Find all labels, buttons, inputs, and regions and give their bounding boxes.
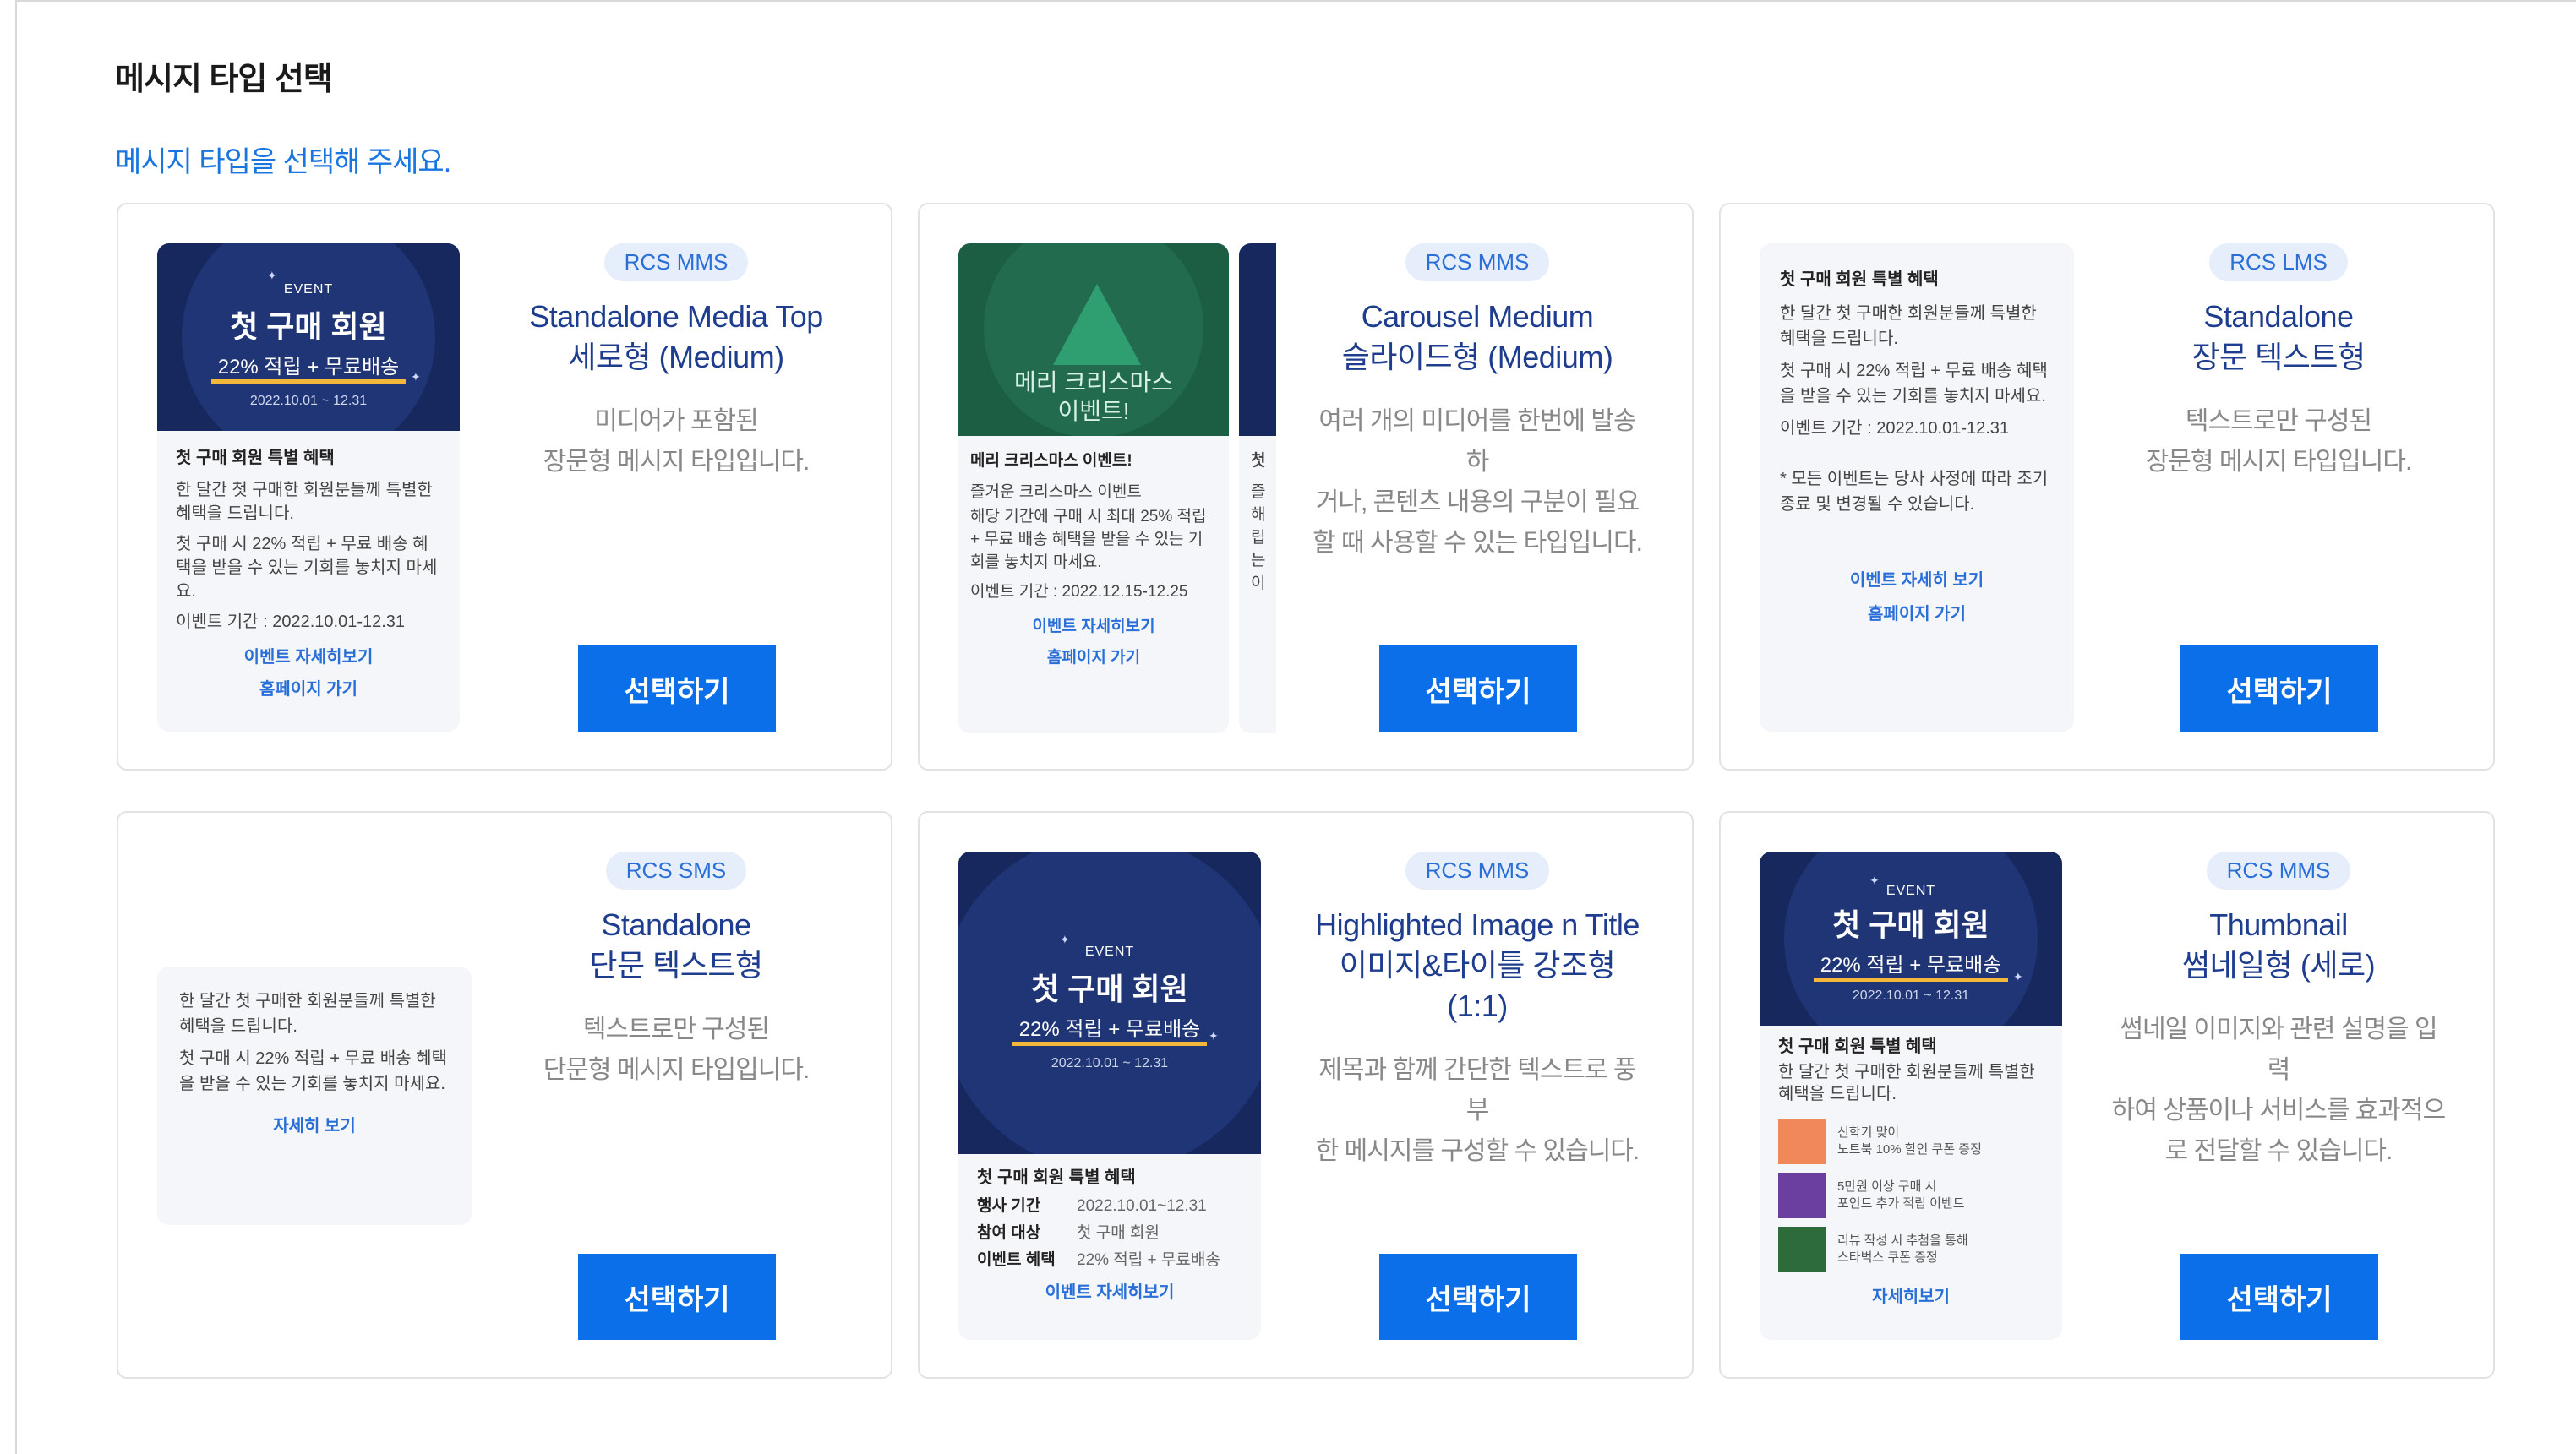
message-type-card-sms[interactable]: 한 달간 첫 구매한 회원분들께 특별한 혜택을 드립니다. 첫 구매 시 22… xyxy=(117,811,892,1379)
christmas-tree-icon xyxy=(1053,284,1141,365)
message-preview: 한 달간 첫 구매한 회원분들께 특별한 혜택을 드립니다. 첫 구매 시 22… xyxy=(157,967,472,1225)
page-title: 메시지 타입 선택 xyxy=(115,62,333,97)
christmas-event-image: 메리 크리스마스 이벤트! xyxy=(958,243,1229,436)
select-button[interactable]: 선택하기 xyxy=(1379,1254,1577,1340)
preview-row: 행사 기간 2022.10.01~12.31 xyxy=(977,1197,1207,1215)
preview-text: 첫 구매 시 22% 적립 + 무료 배송 혜택을 받을 수 있는 기회를 놓치… xyxy=(1780,362,2048,406)
message-type-description: 제목과 함께 간단한 텍스트로 풍부 한 메시지를 구성할 수 있습니다. xyxy=(1315,1056,1640,1165)
message-type-badge: RCS MMS xyxy=(1405,243,1550,281)
event-banner-image: ✦ ✦ EVENT 첫 구매 회원 22% 적립 + 무료배송 2022.10.… xyxy=(1760,852,2062,1026)
preview-text: * 모든 이벤트는 당사 사정에 따라 조기 종료 및 변경될 수 있습니다. xyxy=(1780,470,2049,514)
preview-link: 홈페이지 가기 xyxy=(1868,605,1966,624)
preview-text: 한 달간 첫 구매한 회원분들께 특별한 혜택을 드립니다. xyxy=(179,992,436,1036)
thumbnail-item: 신학기 맞이 노트북 10% 할인 쿠폰 증정 xyxy=(1760,1119,2062,1164)
preview-text: 이벤트 기간 : 2022.12.15-12.25 xyxy=(970,583,1188,601)
message-type-card-highlighted[interactable]: ✦ ✦ EVENT 첫 구매 회원 22% 적립 + 무료배송 2022.10.… xyxy=(918,811,1694,1379)
thumbnail-image xyxy=(1778,1227,1826,1272)
select-button[interactable]: 선택하기 xyxy=(578,1254,776,1340)
message-preview: ✦ ✦ EVENT 첫 구매 회원 22% 적립 + 무료배송 2022.10.… xyxy=(958,852,1261,1340)
event-banner-image: ✦ ✦ EVENT 첫 구매 회원 22% 적립 + 무료배송 2022.10.… xyxy=(157,243,460,431)
message-type-badge: RCS MMS xyxy=(603,243,749,281)
preview-text: 한 달간 첫 구매한 회원분들께 특별한 혜택을 드립니다. xyxy=(1780,304,2037,348)
preview-link: 홈페이지 가기 xyxy=(1046,649,1141,667)
preview-title: 메리 크리스마스 이벤트! xyxy=(970,452,1132,470)
message-type-title: Highlighted Image n Title 이미지&타이틀 강조형 (1:… xyxy=(1315,907,1640,1023)
message-type-description: 텍스트로만 구성된 장문형 메시지 타입입니다. xyxy=(2145,407,2413,476)
page-subtitle: 메시지 타입을 선택해 주세요. xyxy=(115,146,451,178)
preview-text: 한 달간 첫 구매한 회원분들께 특별한 혜택을 드립니다. xyxy=(1778,1063,2035,1103)
message-preview: 첫 구매 회원 특별 혜택 한 달간 첫 구매한 회원분들께 특별한 혜택을 드… xyxy=(1760,243,2074,732)
preview-text: 이벤트 기간 : 2022.10.01-12.31 xyxy=(1780,419,2010,438)
message-preview: ✦ ✦ EVENT 첫 구매 회원 22% 적립 + 무료배송 2022.10.… xyxy=(157,243,460,732)
message-type-description: 여러 개의 미디어를 한번에 발송하 거나, 콘텐츠 내용의 구분이 필요 할 때 … xyxy=(1313,407,1643,557)
preview-link: 자세히보기 xyxy=(1872,1288,1950,1306)
thumbnail-image xyxy=(1778,1119,1826,1164)
message-type-title: Standalone 장문 텍스트형 xyxy=(2191,299,2366,374)
preview-link: 자세히 보기 xyxy=(273,1117,356,1135)
message-preview: 메리 크리스마스 이벤트! 메리 크리스마스 이벤트! 즐거운 크리스마스 이벤트… xyxy=(958,243,1229,733)
preview-text: 첫 구매 시 22% 적립 + 무료 배송 혜택을 받을 수 있는 기회를 놓치… xyxy=(176,535,438,601)
thumbnail-item: 5만원 이상 구매 시 포인트 추가 적립 이벤트 xyxy=(1760,1173,2062,1218)
message-preview: ✦ ✦ EVENT 첫 구매 회원 22% 적립 + 무료배송 2022.10.… xyxy=(1760,852,2062,1340)
thumbnail-item: 리뷰 작성 시 추첨을 통해 스타벅스 쿠폰 증정 xyxy=(1760,1227,2062,1272)
message-type-title: Standalone Media Top 세로형 (Medium) xyxy=(529,299,823,374)
preview-text: 즐거운 크리스마스 이벤트 xyxy=(970,483,1142,501)
message-type-description: 썸네일 이미지와 관련 설명을 입력 하여 상품이나 서비스를 효과적으 로 전달할… xyxy=(2111,1016,2446,1165)
message-type-card-lms[interactable]: 첫 구매 회원 특별 혜택 한 달간 첫 구매한 회원분들께 특별한 혜택을 드… xyxy=(1719,203,2495,771)
select-button[interactable]: 선택하기 xyxy=(2180,645,2378,732)
preview-link: 이벤트 자세히보기 xyxy=(243,648,374,667)
message-type-badge: RCS MMS xyxy=(1405,852,1550,890)
thumbnail-image xyxy=(1778,1173,1826,1218)
preview-link: 홈페이지 가기 xyxy=(259,680,357,699)
preview-text: 첫 구매 시 22% 적립 + 무료 배송 혜택을 받을 수 있는 기회를 놓치… xyxy=(179,1049,447,1093)
preview-link: 이벤트 자세히보기 xyxy=(1045,1283,1175,1302)
preview-text: 해당 기간에 구매 시 최대 25% 적립 + 무료 배송 혜택을 받을 수 있… xyxy=(970,508,1207,571)
message-type-title: Thumbnail 썸네일형 (세로) xyxy=(2181,907,2376,983)
preview-title: 첫 구매 회원 특별 혜택 xyxy=(1780,270,1939,289)
select-button[interactable]: 선택하기 xyxy=(578,645,776,732)
select-button[interactable]: 선택하기 xyxy=(1379,645,1577,732)
preview-text: 이벤트 기간 : 2022.10.01-12.31 xyxy=(176,613,406,631)
message-type-card-carousel[interactable]: 메리 크리스마스 이벤트! 메리 크리스마스 이벤트! 즐거운 크리스마스 이벤트… xyxy=(918,203,1694,771)
message-type-description: 텍스트로만 구성된 단문형 메시지 타입입니다. xyxy=(543,1016,810,1084)
message-type-card-media-top[interactable]: ✦ ✦ EVENT 첫 구매 회원 22% 적립 + 무료배송 2022.10.… xyxy=(117,203,892,771)
preview-title: 첫 구매 회원 특별 혜택 xyxy=(977,1168,1136,1187)
carousel-next-card: 첫 즐 해 립 는 이 xyxy=(1239,243,1276,733)
preview-link: 이벤트 자세히보기 xyxy=(1032,618,1155,635)
preview-link: 이벤트 자세히 보기 xyxy=(1849,571,1984,590)
message-type-badge: RCS SMS xyxy=(605,852,747,890)
message-type-title: Carousel Medium 슬라이드형 (Medium) xyxy=(1341,299,1613,374)
preview-title: 첫 구매 회원 특별 혜택 xyxy=(1778,1037,1937,1056)
event-banner-image: ✦ ✦ EVENT 첫 구매 회원 22% 적립 + 무료배송 2022.10.… xyxy=(958,852,1261,1154)
message-type-description: 미디어가 포함된 장문형 메시지 타입입니다. xyxy=(543,407,810,476)
preview-row: 참여 대상 첫 구매 회원 xyxy=(977,1224,1160,1242)
preview-text: 한 달간 첫 구매한 회원분들께 특별한 혜택을 드립니다. xyxy=(176,481,433,523)
message-type-badge: RCS LMS xyxy=(2209,243,2348,281)
preview-title: 첫 구매 회원 특별 혜택 xyxy=(176,449,335,467)
message-type-title: Standalone 단문 텍스트형 xyxy=(589,907,763,983)
message-type-card-thumbnail[interactable]: ✦ ✦ EVENT 첫 구매 회원 22% 적립 + 무료배송 2022.10.… xyxy=(1719,811,2495,1379)
message-type-badge: RCS MMS xyxy=(2206,852,2351,890)
select-button[interactable]: 선택하기 xyxy=(2180,1254,2378,1340)
preview-row: 이벤트 혜택 22% 적립 + 무료배송 xyxy=(977,1251,1220,1269)
